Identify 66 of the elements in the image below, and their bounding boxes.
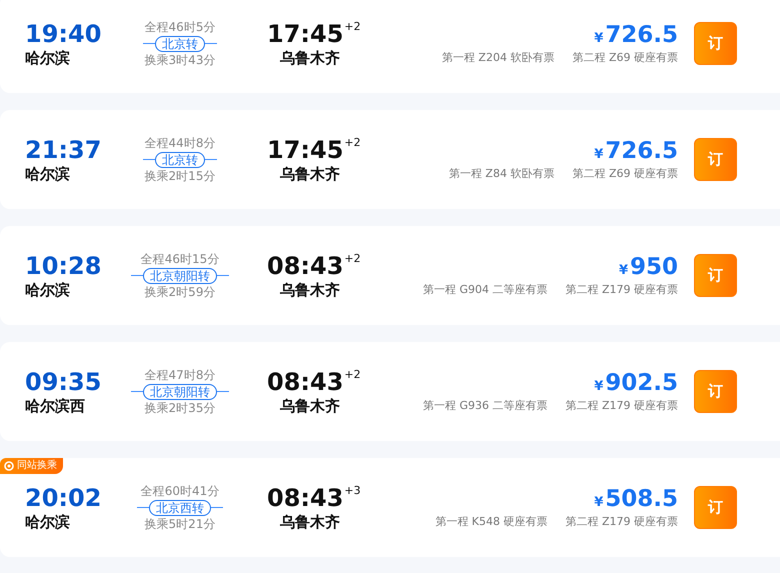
total-duration: 全程46时5分 <box>144 18 216 36</box>
leg-info: 第二程 Z179 硬座有票 <box>565 398 678 414</box>
currency-symbol: ¥ <box>594 494 604 512</box>
total-duration: 全程47时8分 <box>144 366 216 384</box>
day-offset: +2 <box>344 136 361 150</box>
currency-symbol: ¥ <box>594 146 604 164</box>
leg-info: 第一程 Z84 软卧有票 <box>448 166 554 182</box>
book-button[interactable]: 订 <box>694 254 737 297</box>
price: 726.5 <box>605 136 678 164</box>
currency-symbol: ¥ <box>618 262 628 280</box>
price: 902.5 <box>605 368 678 396</box>
price: 950 <box>630 252 678 280</box>
leg-info: 第二程 Z179 硬座有票 <box>565 514 678 530</box>
transfer-wait: 换乘5时21分 <box>144 516 216 532</box>
leg-info: 第二程 Z69 硬座有票 <box>572 50 678 66</box>
departure-time: 20:02 <box>25 484 102 512</box>
transfer-station: 北京朝阳转 <box>143 384 217 400</box>
transfer-station: 北京朝阳转 <box>143 268 217 284</box>
day-offset: +2 <box>344 20 361 34</box>
currency-symbol: ¥ <box>594 30 604 48</box>
arrival-station: 乌鲁木齐 <box>280 512 340 532</box>
arrival-time: 08:43 <box>267 484 344 512</box>
departure-time: 10:28 <box>25 252 102 280</box>
arrival-time: 17:45 <box>267 20 344 48</box>
book-button[interactable]: 订 <box>694 486 737 529</box>
price: 726.5 <box>605 20 678 48</box>
currency-symbol: ¥ <box>594 378 604 396</box>
arrival-time: 17:45 <box>267 136 344 164</box>
total-duration: 全程44时8分 <box>144 134 216 152</box>
departure-time: 21:37 <box>25 136 102 164</box>
arrival-station: 乌鲁木齐 <box>280 48 340 68</box>
arrival-time: 08:43 <box>267 368 344 396</box>
transfer-wait: 换乘2时35分 <box>144 400 216 416</box>
departure-station: 哈尔滨 <box>25 512 71 532</box>
book-button[interactable]: 订 <box>694 138 737 181</box>
price: 508.5 <box>605 484 678 512</box>
total-duration: 全程60时41分 <box>140 482 220 500</box>
same-station-badge: 同站换乘 <box>0 458 63 474</box>
arrival-station: 乌鲁木齐 <box>280 164 340 184</box>
leg-info: 第一程 K548 硬座有票 <box>435 514 548 530</box>
arrival-station: 乌鲁木齐 <box>280 396 340 416</box>
leg-info: 第二程 Z69 硬座有票 <box>572 166 678 182</box>
leg-info: 第一程 Z204 软卧有票 <box>442 50 554 66</box>
leg-info: 第一程 G904 二等座有票 <box>422 282 548 298</box>
book-button[interactable]: 订 <box>694 370 737 413</box>
departure-station: 哈尔滨 <box>25 164 71 184</box>
book-button[interactable]: 订 <box>694 22 737 65</box>
departure-station: 哈尔滨 <box>25 280 71 300</box>
departure-time: 09:35 <box>25 368 102 396</box>
leg-info: 第二程 Z179 硬座有票 <box>565 282 678 298</box>
transfer-wait: 换乘2时59分 <box>144 284 216 300</box>
day-offset: +2 <box>344 252 361 266</box>
leg-info: 第一程 G936 二等座有票 <box>422 398 548 414</box>
arrival-station: 乌鲁木齐 <box>280 280 340 300</box>
day-offset: +3 <box>344 484 361 498</box>
transfer-wait: 换乘3时43分 <box>144 52 216 68</box>
departure-time: 19:40 <box>25 20 102 48</box>
departure-station: 哈尔滨 <box>25 48 71 68</box>
total-duration: 全程46时15分 <box>140 250 220 268</box>
arrival-time: 08:43 <box>267 252 344 280</box>
day-offset: +2 <box>344 368 361 382</box>
transfer-station: 北京转 <box>155 36 205 52</box>
transfer-wait: 换乘2时15分 <box>144 168 216 184</box>
departure-station: 哈尔滨西 <box>25 396 86 416</box>
transfer-station: 北京西转 <box>149 500 211 516</box>
transfer-station: 北京转 <box>155 152 205 168</box>
